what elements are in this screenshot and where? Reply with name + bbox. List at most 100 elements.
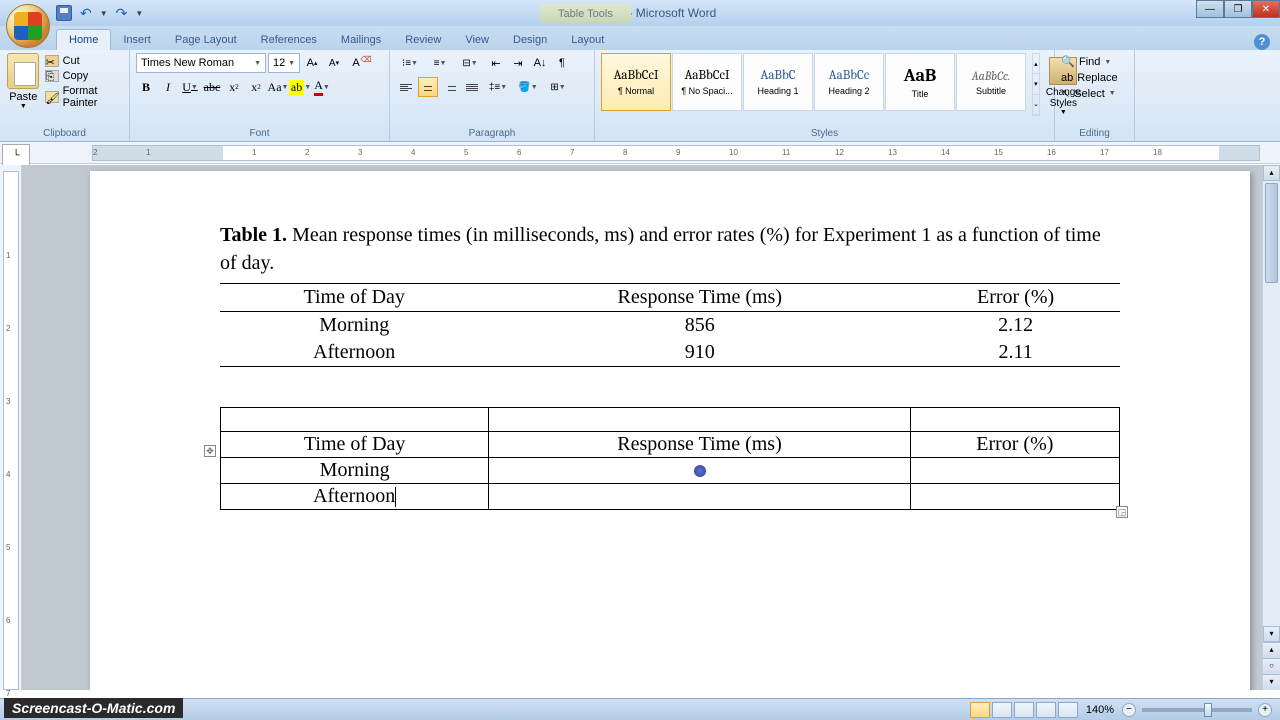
zoom-slider[interactable] xyxy=(1142,708,1252,712)
clear-format-button[interactable]: A⌫ xyxy=(346,53,366,73)
editing-group: 🔍Find ▼ abReplace ↖Select ▼ Editing xyxy=(1055,50,1135,141)
tab-mailings[interactable]: Mailings xyxy=(329,30,393,50)
edit-table[interactable]: Time of DayResponse Time (ms)Error (%) M… xyxy=(220,407,1120,510)
zoom-in-button[interactable]: + xyxy=(1258,703,1272,717)
save-icon[interactable] xyxy=(56,5,72,21)
undo-drop[interactable]: ▼ xyxy=(100,9,108,18)
select-button[interactable]: ↖Select ▼ xyxy=(1061,87,1128,100)
browse-object-button[interactable]: ○ xyxy=(1263,658,1280,674)
grow-font-button[interactable]: A▴ xyxy=(302,53,322,73)
tab-review[interactable]: Review xyxy=(393,30,453,50)
table-row[interactable]: Morning8562.12 xyxy=(220,312,1120,340)
font-name-select[interactable]: Times New Roman▼ xyxy=(136,53,266,73)
ribbon: Paste ▼ ✂Cut ⎘Copy 🖌Format Painter Clipb… xyxy=(0,50,1280,142)
paste-button[interactable]: Paste ▼ xyxy=(6,53,41,110)
table-header[interactable]: Error (%) xyxy=(910,432,1119,458)
scroll-up-button[interactable]: ▴ xyxy=(1263,165,1280,181)
quick-access-toolbar: ↶ ▼ ↷ ▼ xyxy=(56,5,143,22)
align-left-button[interactable] xyxy=(396,77,416,97)
paragraph-label: Paragraph xyxy=(396,126,588,141)
minimize-button[interactable]: — xyxy=(1196,0,1224,18)
tab-insert[interactable]: Insert xyxy=(111,30,163,50)
next-page-button[interactable]: ▾ xyxy=(1263,674,1280,690)
line-spacing-button[interactable]: ‡≡▼ xyxy=(484,77,512,97)
tab-home[interactable]: Home xyxy=(56,29,111,50)
show-marks-button[interactable]: ¶ xyxy=(552,53,572,73)
outline-view[interactable] xyxy=(1036,702,1056,718)
table-caption[interactable]: Table 1. Mean response times (in millise… xyxy=(220,221,1120,277)
table-row[interactable]: Afternoon9102.11 xyxy=(220,339,1120,367)
full-screen-view[interactable] xyxy=(992,702,1012,718)
strike-button[interactable]: abc xyxy=(202,77,222,97)
bullets-button[interactable]: ⁝≡▼ xyxy=(396,53,424,73)
close-button[interactable]: ✕ xyxy=(1252,0,1280,18)
format-painter-button[interactable]: 🖌Format Painter xyxy=(45,85,123,109)
table-header[interactable]: Time of Day xyxy=(221,432,489,458)
align-right-button[interactable] xyxy=(440,77,460,97)
table-row[interactable]: Afternoon xyxy=(221,484,1120,510)
style-item[interactable]: AaBbCc.Subtitle xyxy=(956,53,1026,111)
style-item[interactable]: AaBbCcHeading 2 xyxy=(814,53,884,111)
sort-button[interactable]: A↓ xyxy=(530,53,550,73)
underline-button[interactable]: U▼ xyxy=(180,77,200,97)
redo-icon[interactable]: ↷ xyxy=(116,5,128,22)
scroll-thumb[interactable] xyxy=(1265,183,1278,283)
copy-button[interactable]: ⎘Copy xyxy=(45,70,123,82)
tab-page-layout[interactable]: Page Layout xyxy=(163,30,249,50)
tab-layout[interactable]: Layout xyxy=(559,30,616,50)
prev-page-button[interactable]: ▴ xyxy=(1263,642,1280,658)
bold-button[interactable]: B xyxy=(136,77,156,97)
print-layout-view[interactable] xyxy=(970,702,990,718)
numbering-button[interactable]: ≡▼ xyxy=(426,53,454,73)
table-move-handle[interactable]: ✥ xyxy=(204,445,216,457)
scroll-down-button[interactable]: ▾ xyxy=(1263,626,1280,642)
zoom-out-button[interactable]: − xyxy=(1122,703,1136,717)
zoom-slider-thumb[interactable] xyxy=(1204,703,1212,717)
highlight-button[interactable]: ab▼ xyxy=(290,77,310,97)
replace-button[interactable]: abReplace xyxy=(1061,72,1128,84)
qat-customize[interactable]: ▼ xyxy=(135,9,143,18)
multilevel-button[interactable]: ⊟▼ xyxy=(456,53,484,73)
font-size-select[interactable]: 12▼ xyxy=(268,53,300,73)
tab-references[interactable]: References xyxy=(249,30,329,50)
tab-selector[interactable]: └ xyxy=(2,144,30,166)
change-case-button[interactable]: Aa▼ xyxy=(268,77,288,97)
table-header[interactable]: Response Time (ms) xyxy=(488,284,911,312)
page[interactable]: Table 1. Mean response times (in millise… xyxy=(90,171,1250,690)
tab-view[interactable]: View xyxy=(453,30,501,50)
draft-view[interactable] xyxy=(1058,702,1078,718)
style-item[interactable]: AaBTitle xyxy=(885,53,955,111)
italic-button[interactable]: I xyxy=(158,77,178,97)
table-header[interactable]: Response Time (ms) xyxy=(489,432,910,458)
maximize-button[interactable]: ❐ xyxy=(1224,0,1252,18)
apa-table[interactable]: Time of DayResponse Time (ms)Error (%) M… xyxy=(220,283,1120,367)
zoom-percent[interactable]: 140% xyxy=(1086,704,1114,716)
office-button[interactable] xyxy=(6,4,50,48)
shading-button[interactable]: 🪣▼ xyxy=(514,77,542,97)
tab-design[interactable]: Design xyxy=(501,30,559,50)
superscript-button[interactable]: x2 xyxy=(246,77,266,97)
table-header[interactable]: Error (%) xyxy=(911,284,1120,312)
help-icon[interactable]: ? xyxy=(1254,34,1270,50)
style-item[interactable]: AaBbCHeading 1 xyxy=(743,53,813,111)
table-row[interactable]: Morning xyxy=(221,458,1120,484)
web-layout-view[interactable] xyxy=(1014,702,1034,718)
table-header[interactable]: Time of Day xyxy=(220,284,488,312)
cut-button[interactable]: ✂Cut xyxy=(45,55,123,67)
subscript-button[interactable]: x2 xyxy=(224,77,244,97)
align-center-button[interactable] xyxy=(418,77,438,97)
font-color-button[interactable]: A▼ xyxy=(312,77,332,97)
borders-button[interactable]: ⊞▼ xyxy=(544,77,572,97)
table-resize-handle[interactable]: ◲ xyxy=(1116,506,1128,518)
scrollbar-vertical[interactable]: ▴ ▾ ▴ ○ ▾ xyxy=(1262,165,1280,690)
find-button[interactable]: 🔍Find ▼ xyxy=(1061,55,1128,69)
undo-icon[interactable]: ↶ xyxy=(80,5,92,22)
style-item[interactable]: AaBbCcI¶ No Spaci... xyxy=(672,53,742,111)
ruler-vertical[interactable]: 1234567 xyxy=(0,165,22,690)
shrink-font-button[interactable]: A▾ xyxy=(324,53,344,73)
gallery-scroll[interactable]: ▴▾⌄ xyxy=(1032,53,1040,116)
justify-button[interactable] xyxy=(462,77,482,97)
dec-indent-button[interactable]: ⇤ xyxy=(486,53,506,73)
inc-indent-button[interactable]: ⇥ xyxy=(508,53,528,73)
style-item[interactable]: AaBbCcI¶ Normal xyxy=(601,53,671,111)
